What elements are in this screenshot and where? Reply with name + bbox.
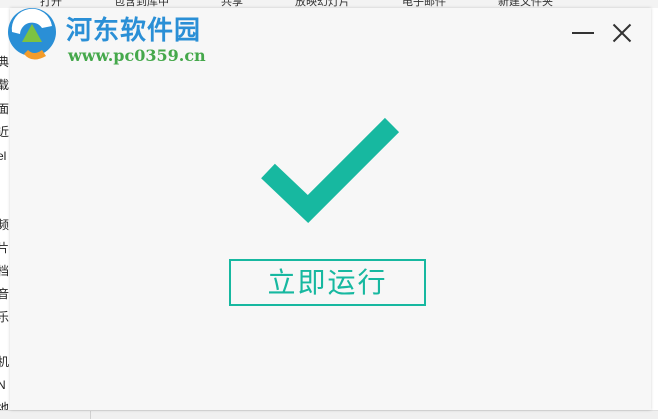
bg-nav-item[interactable]: N (0, 378, 6, 392)
bg-nav-item[interactable]: 音 (0, 287, 9, 301)
bg-nav-item[interactable]: 片 (0, 241, 9, 255)
site-watermark: 河东软件园 www.pc0359.cn (0, 0, 230, 80)
bg-nav-item[interactable]: 乐 (0, 310, 9, 324)
bg-nav-item[interactable]: 档 (0, 264, 9, 278)
bg-menu-new-folder[interactable]: 新建文件夹 (498, 0, 553, 8)
bg-menu-slideshow[interactable]: 放映幻灯片 (295, 0, 350, 8)
bg-nav-item[interactable]: 载 (0, 78, 9, 92)
bg-nav-item[interactable]: 频 (0, 218, 9, 232)
close-button[interactable] (610, 22, 634, 44)
bg-nav-item[interactable]: 地 (0, 401, 9, 410)
bg-nav-item[interactable]: 机 (0, 355, 9, 369)
checkmark-icon (261, 117, 400, 223)
bg-nav-item[interactable]: 面 (0, 102, 9, 116)
bg-menu-email[interactable]: 电子邮件 (402, 0, 446, 8)
minimize-button[interactable] (571, 22, 595, 44)
run-now-button[interactable]: 立即运行 (229, 259, 426, 306)
bg-nav-item[interactable]: 近 (0, 125, 9, 139)
watermark-url: www.pc0359.cn (68, 46, 206, 65)
watermark-site-name: 河东软件园 (66, 16, 202, 46)
bg-nav-item[interactable]: el (0, 149, 6, 163)
watermark-logo-icon (8, 8, 56, 60)
